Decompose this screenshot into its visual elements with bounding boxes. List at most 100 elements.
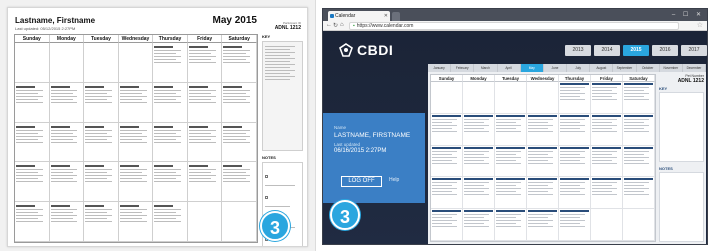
year-button-2015[interactable]: 2015 <box>623 45 649 56</box>
day-cell[interactable] <box>559 82 591 114</box>
step-number-badge: 3 <box>330 200 360 230</box>
day-cell[interactable] <box>463 113 495 146</box>
printed-day-cell <box>153 82 188 123</box>
day-header: Sunday <box>431 75 463 82</box>
printed-day-cell <box>49 162 85 203</box>
printed-day-cell <box>15 202 50 242</box>
help-link[interactable]: Help <box>389 177 399 183</box>
month-tab-april[interactable]: April <box>497 64 521 72</box>
notes-box[interactable] <box>659 172 704 242</box>
day-cell[interactable] <box>559 209 591 241</box>
month-tab-may[interactable]: May <box>520 64 544 72</box>
day-cell[interactable] <box>431 113 463 146</box>
browser-toolbar: ← ↻ ⌂ ▪ https://www.calendar.com ☆ <box>323 21 707 31</box>
log-off-button[interactable]: LOG OFF <box>341 176 382 187</box>
window-controls[interactable]: – ☐ ✕ <box>672 11 704 18</box>
reload-icon[interactable]: ↻ <box>333 22 338 29</box>
month-tab-november[interactable]: November <box>659 64 683 72</box>
day-cell[interactable] <box>495 113 527 146</box>
day-cell[interactable] <box>591 113 623 146</box>
day-cell[interactable] <box>527 145 559 178</box>
printed-day-cell <box>49 43 85 83</box>
printed-day-cell <box>222 162 257 203</box>
month-tab-december[interactable]: December <box>682 64 707 72</box>
printed-key-box <box>262 41 303 151</box>
day-cell[interactable] <box>495 209 527 241</box>
month-tab-march[interactable]: March <box>474 64 498 72</box>
month-tab-january[interactable]: January <box>428 64 452 72</box>
notes-title: NOTES <box>659 166 673 171</box>
printed-last-updated: Last updated: 05/12/2015 2:27PM <box>15 26 76 31</box>
tab-title: Calendar <box>335 13 356 19</box>
printed-day-cell <box>187 162 223 203</box>
printed-day-cell <box>49 122 85 163</box>
day-header: Friday <box>591 75 623 82</box>
day-cell[interactable] <box>431 82 463 114</box>
day-cell[interactable] <box>623 82 655 114</box>
day-cell[interactable] <box>623 177 655 210</box>
printed-day-cell <box>222 122 257 163</box>
day-cell[interactable] <box>527 82 559 114</box>
day-cell[interactable] <box>559 113 591 146</box>
year-button-2017[interactable]: 2017 <box>681 45 707 56</box>
bookmark-star-icon[interactable]: ☆ <box>697 21 703 29</box>
printed-day-header: Monday <box>49 35 85 43</box>
printed-day-cell <box>187 202 223 242</box>
day-cell[interactable] <box>431 177 463 210</box>
day-cell[interactable] <box>591 145 623 178</box>
printed-day-cell <box>153 122 188 163</box>
year-button-2014[interactable]: 2014 <box>594 45 620 56</box>
day-cell[interactable] <box>623 145 655 178</box>
printed-day-cell <box>15 43 50 83</box>
back-icon[interactable]: ← <box>326 22 332 28</box>
day-cell[interactable] <box>495 177 527 210</box>
last-updated-value: 06/16/2015 2:27PM <box>334 148 387 154</box>
day-cell[interactable] <box>591 82 623 114</box>
day-cell[interactable] <box>527 209 559 241</box>
printed-day-header: Friday <box>187 35 223 43</box>
step-number-badge: 3 <box>260 211 290 241</box>
day-cell[interactable] <box>559 177 591 210</box>
month-tab-october[interactable]: October <box>636 64 660 72</box>
day-cell[interactable] <box>559 145 591 178</box>
day-cell[interactable] <box>463 177 495 210</box>
printed-day-header: Sunday <box>15 35 50 43</box>
month-tabs: January February March April May June July Augu… <box>428 64 707 72</box>
new-tab-button[interactable] <box>392 12 400 21</box>
day-cell[interactable] <box>527 113 559 146</box>
printed-day-cell <box>118 122 154 163</box>
close-tab-icon[interactable]: ✕ <box>384 11 388 21</box>
day-cell[interactable] <box>527 177 559 210</box>
month-tab-august[interactable]: August <box>590 64 614 72</box>
month-tab-february[interactable]: February <box>451 64 475 72</box>
day-cell[interactable] <box>463 82 495 114</box>
day-cell[interactable] <box>623 209 655 241</box>
day-cell[interactable] <box>431 209 463 241</box>
printed-notes-title: NOTES <box>262 155 276 160</box>
day-cell[interactable] <box>463 209 495 241</box>
favicon-icon <box>330 14 334 18</box>
user-info-card: Name LASTNAME, FIRSTNAME Last updated 06… <box>323 113 425 203</box>
day-cell[interactable] <box>591 209 623 241</box>
printed-participant-id: Participant ID ADNL 1212 <box>275 21 301 31</box>
printed-day-cell <box>153 162 188 203</box>
printed-calendar-panel: Lastname, Firstname Last updated: 05/12/… <box>0 0 316 251</box>
month-tab-june[interactable]: June <box>543 64 568 72</box>
month-tab-july[interactable]: July <box>567 64 591 72</box>
year-button-2016[interactable]: 2016 <box>652 45 678 56</box>
day-cell[interactable] <box>495 82 527 114</box>
day-cell[interactable] <box>623 113 655 146</box>
home-icon[interactable]: ⌂ <box>340 22 344 28</box>
address-bar[interactable]: ▪ https://www.calendar.com <box>349 22 679 30</box>
logo-text: CBDI <box>357 42 394 58</box>
day-cell[interactable] <box>591 177 623 210</box>
browser-tab-bar: Calendar ✕ – ☐ ✕ <box>323 9 707 21</box>
month-tab-september[interactable]: September <box>613 64 637 72</box>
day-header: Monday <box>463 75 495 82</box>
browser-tab[interactable]: Calendar ✕ <box>328 11 390 21</box>
day-cell[interactable] <box>431 145 463 178</box>
year-button-2013[interactable]: 2013 <box>565 45 591 56</box>
day-cell[interactable] <box>495 145 527 178</box>
last-updated-label: Last updated <box>334 142 361 147</box>
day-cell[interactable] <box>463 145 495 178</box>
